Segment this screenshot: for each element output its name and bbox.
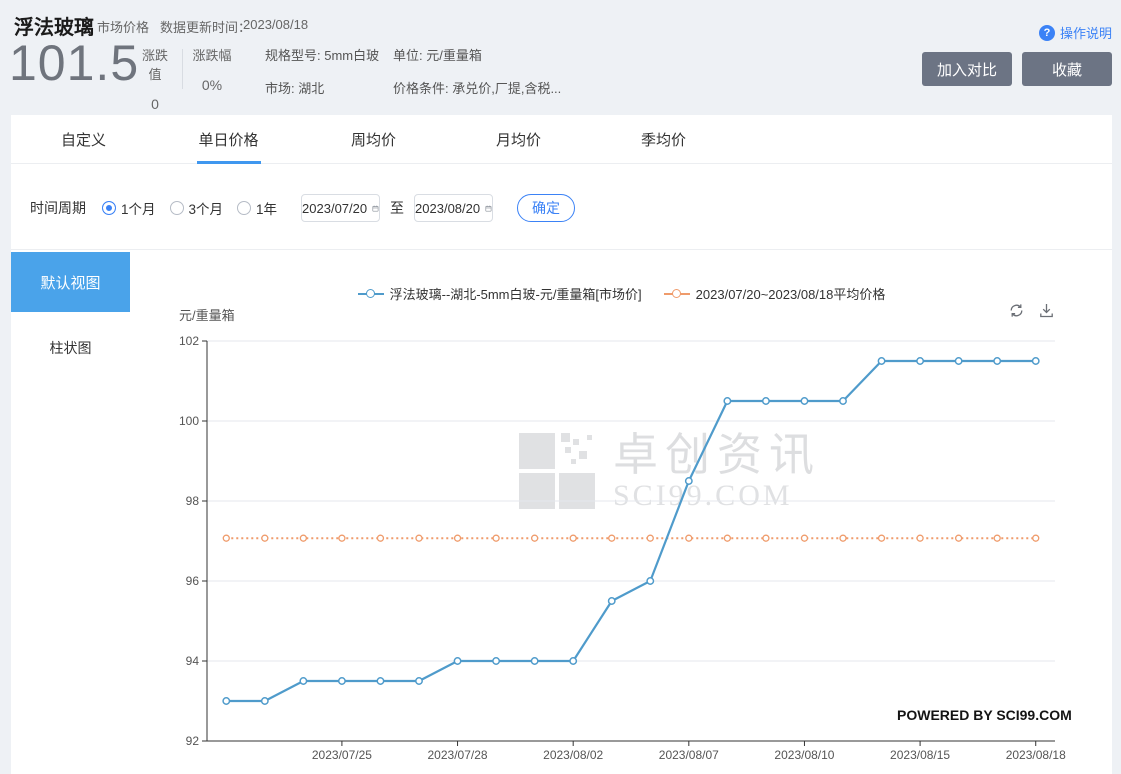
market-line: 市场: 湖北 [265, 81, 325, 96]
svg-text:94: 94 [186, 654, 200, 668]
svg-text:98: 98 [186, 494, 200, 508]
change-value-label: 涨跌值 [141, 48, 168, 82]
date-to-value: 2023/08/20 [415, 200, 481, 216]
update-time-label: 数据更新时间： [160, 20, 252, 35]
tab-custom[interactable]: 自定义 [11, 115, 156, 164]
svg-text:2023/08/15: 2023/08/15 [890, 748, 950, 762]
calendar-icon [372, 205, 379, 211]
spec-block: 规格型号: 5mm白玻 市场: 湖北 [265, 45, 379, 97]
sidebar-item-default-view[interactable]: 默认视图 [11, 252, 130, 312]
svg-text:92: 92 [186, 734, 200, 748]
radio-label: 1个月 [121, 202, 156, 217]
radio-dot [169, 201, 184, 215]
current-price: 101.5 [9, 35, 140, 91]
svg-text:2023/08/07: 2023/08/07 [659, 748, 719, 762]
svg-text:2023/08/10: 2023/08/10 [774, 748, 834, 762]
unit-block: 单位: 元/重量箱 价格条件: 承兑价,厂提,含税... [393, 45, 561, 97]
tab-bar: 自定义 单日价格 周均价 月均价 季均价 [11, 115, 1112, 164]
radio-1-year[interactable]: 1年 [237, 198, 277, 218]
change-pct-block: 涨跌幅 0% [192, 45, 232, 93]
tab-weekly-avg[interactable]: 周均价 [301, 115, 446, 164]
tab-daily-price[interactable]: 单日价格 [156, 115, 301, 164]
filter-bar: 时间周期 1个月 3个月 1年 2023/07/20 至 2023/08/20 … [30, 194, 576, 222]
svg-text:2023/08/02: 2023/08/02 [543, 748, 603, 762]
radio-label: 1年 [256, 202, 278, 217]
svg-text:2023/07/25: 2023/07/25 [312, 748, 372, 762]
help-label: 操作说明 [1059, 26, 1112, 41]
condition-line: 价格条件: 承兑价,厂提,含税... [393, 81, 562, 96]
radio-3-month[interactable]: 3个月 [169, 198, 224, 218]
update-time-value: 2023/08/18 [243, 17, 309, 32]
main-panel: 自定义 单日价格 周均价 月均价 季均价 时间周期 1个月 3个月 1年 202… [11, 115, 1112, 774]
page-header: 浮法玻璃 市场价格 数据更新时间： 2023/08/18 101.5 涨跌值 0… [0, 0, 1121, 115]
help-link[interactable]: ? 操作说明 [1038, 23, 1112, 42]
period-label: 时间周期 [30, 200, 86, 216]
sidebar-item-bar-view[interactable]: 柱状图 [11, 338, 130, 358]
divider [182, 49, 183, 89]
svg-text:102: 102 [179, 334, 199, 348]
powered-by-label: POWERED BY SCI99.COM [897, 707, 1072, 723]
confirm-button[interactable]: 确定 [517, 194, 576, 222]
radio-dot [102, 201, 116, 215]
question-mark-icon: ? [1038, 24, 1055, 41]
change-pct-value: 0% [201, 77, 223, 93]
radio-label: 3个月 [188, 202, 224, 217]
spec-line: 规格型号: 5mm白玻 [265, 48, 380, 63]
date-from-input[interactable]: 2023/07/20 [301, 194, 381, 222]
date-from-value: 2023/07/20 [302, 200, 368, 216]
tab-monthly-avg[interactable]: 月均价 [446, 115, 591, 164]
radio-dot [237, 201, 252, 215]
change-pct-label: 涨跌幅 [192, 48, 232, 63]
calendar-icon [485, 205, 492, 211]
add-compare-button[interactable]: 加入对比 [922, 52, 1012, 86]
date-to-input[interactable]: 2023/08/20 [414, 194, 494, 222]
price-type-label: 市场价格 [97, 20, 150, 35]
unit-line: 单位: 元/重量箱 [393, 48, 482, 63]
chart-section: 默认视图 柱状图 浮法玻璃--湖北-5mm白玻-元/重量箱[市场价] 2023/… [11, 250, 1112, 774]
svg-text:2023/07/28: 2023/07/28 [428, 748, 488, 762]
change-value: 0 [151, 96, 159, 112]
change-value-block: 涨跌值 0 [136, 45, 174, 112]
svg-text:2023/08/18: 2023/08/18 [1006, 748, 1066, 762]
to-label: 至 [390, 200, 405, 216]
svg-text:100: 100 [179, 414, 199, 428]
favorite-button[interactable]: 收藏 [1022, 52, 1112, 86]
svg-text:96: 96 [186, 574, 200, 588]
price-line-chart[interactable]: 92 94 96 98 100 102 2023/07/25 2023/07/28 2023/0… [131, 250, 1112, 770]
tab-quarterly-avg[interactable]: 季均价 [591, 115, 736, 164]
radio-1-month[interactable]: 1个月 [102, 198, 156, 218]
